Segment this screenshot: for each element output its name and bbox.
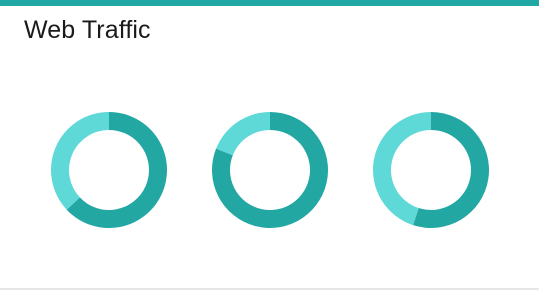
- header-accent-bar: [0, 0, 539, 6]
- donut-chart-2: [208, 108, 332, 232]
- donut-charts-row: [0, 108, 539, 232]
- donut-1-slice-2: [51, 112, 109, 210]
- donut-chart-1-svg: [51, 112, 167, 228]
- page-title: Web Traffic: [24, 16, 151, 44]
- donut-3-slice-2: [373, 112, 431, 226]
- donut-chart-2-svg: [212, 112, 328, 228]
- donut-chart-1: [47, 108, 171, 232]
- donut-2-slice-2: [216, 112, 270, 156]
- donut-chart-3: [369, 108, 493, 232]
- donut-chart-3-svg: [373, 112, 490, 229]
